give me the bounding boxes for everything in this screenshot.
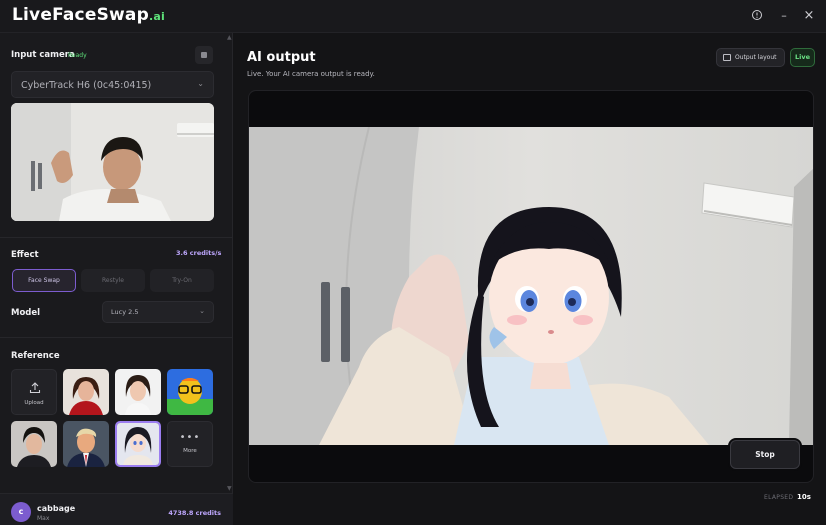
stop-button[interactable]: Stop [730, 440, 800, 469]
chevron-down-icon: ⌄ [199, 307, 205, 315]
info-icon[interactable] [750, 9, 764, 23]
minimize-button[interactable]: – [777, 9, 791, 23]
elapsed-label: ELAPSED [764, 494, 794, 501]
upload-reference-button[interactable]: Upload [11, 369, 57, 415]
output-layout-label: Output layout [735, 54, 777, 61]
reference-face-2[interactable] [115, 369, 161, 415]
input-camera-title: Input camera [11, 50, 75, 60]
ai-output-video [249, 127, 813, 445]
reference-face-1[interactable] [63, 369, 109, 415]
avatar: c [11, 502, 31, 522]
stop-camera-button[interactable] [195, 46, 213, 64]
live-status-badge: Live [790, 48, 815, 67]
more-dots-icon: ••• [179, 432, 201, 443]
effect-title: Effect [11, 250, 39, 260]
chevron-down-icon: ⌄ [197, 79, 204, 88]
section-divider [0, 237, 233, 238]
elapsed-value: 10s [797, 493, 811, 501]
camera-select[interactable]: CyberTrack H6 (0c45:0415) ⌄ [11, 71, 214, 98]
user-credits: 4738.8 credits [168, 509, 221, 517]
upload-label: Upload [24, 400, 44, 406]
user-name: cabbage [37, 504, 76, 513]
section-divider [0, 337, 233, 338]
credits-rate: 3.6 credits/s [176, 249, 222, 257]
user-plan: Max [37, 515, 50, 522]
model-title: Model [11, 308, 41, 318]
page-title: AI output [247, 50, 316, 65]
scroll-down-arrow-icon[interactable]: ▼ [227, 485, 232, 492]
more-references-button[interactable]: ••• More [167, 421, 213, 467]
logo-main: LiveFaceSwap [12, 5, 149, 25]
effect-face-swap-button[interactable]: Face Swap [12, 269, 76, 292]
camera-status: Ready [68, 52, 87, 59]
model-select[interactable]: Lucy 2.5 ⌄ [102, 301, 214, 323]
camera-preview [11, 103, 214, 221]
more-label: More [183, 448, 197, 454]
reference-face-6-selected[interactable] [115, 421, 161, 467]
title-bar: LiveFaceSwap.ai – × [0, 0, 826, 33]
model-select-value: Lucy 2.5 [111, 308, 139, 316]
upload-icon [29, 382, 41, 394]
output-layout-button[interactable]: Output layout [716, 48, 785, 67]
effect-restyle-button[interactable]: Restyle [81, 269, 145, 292]
effect-try-on-button[interactable]: Try-On [150, 269, 214, 292]
chevron-right-icon: › [71, 504, 74, 511]
output-stage [248, 90, 814, 483]
layout-icon [723, 54, 731, 61]
sidebar: ▲ Input camera Ready CyberTrack H6 (0c45… [0, 33, 233, 525]
reference-face-4[interactable] [11, 421, 57, 467]
close-button[interactable]: × [802, 9, 816, 23]
app-logo: LiveFaceSwap.ai [12, 5, 165, 25]
reference-face-5[interactable] [63, 421, 109, 467]
reference-title: Reference [11, 351, 60, 361]
user-bar[interactable]: c cabbage › Max 4738.8 credits [0, 493, 233, 525]
reference-face-3[interactable] [167, 369, 213, 415]
camera-select-value: CyberTrack H6 (0c45:0415) [21, 80, 152, 91]
scroll-up-arrow-icon[interactable]: ▲ [227, 34, 232, 41]
logo-suffix: .ai [148, 10, 165, 23]
page-subtitle: Live. Your AI camera output is ready. [247, 70, 375, 78]
